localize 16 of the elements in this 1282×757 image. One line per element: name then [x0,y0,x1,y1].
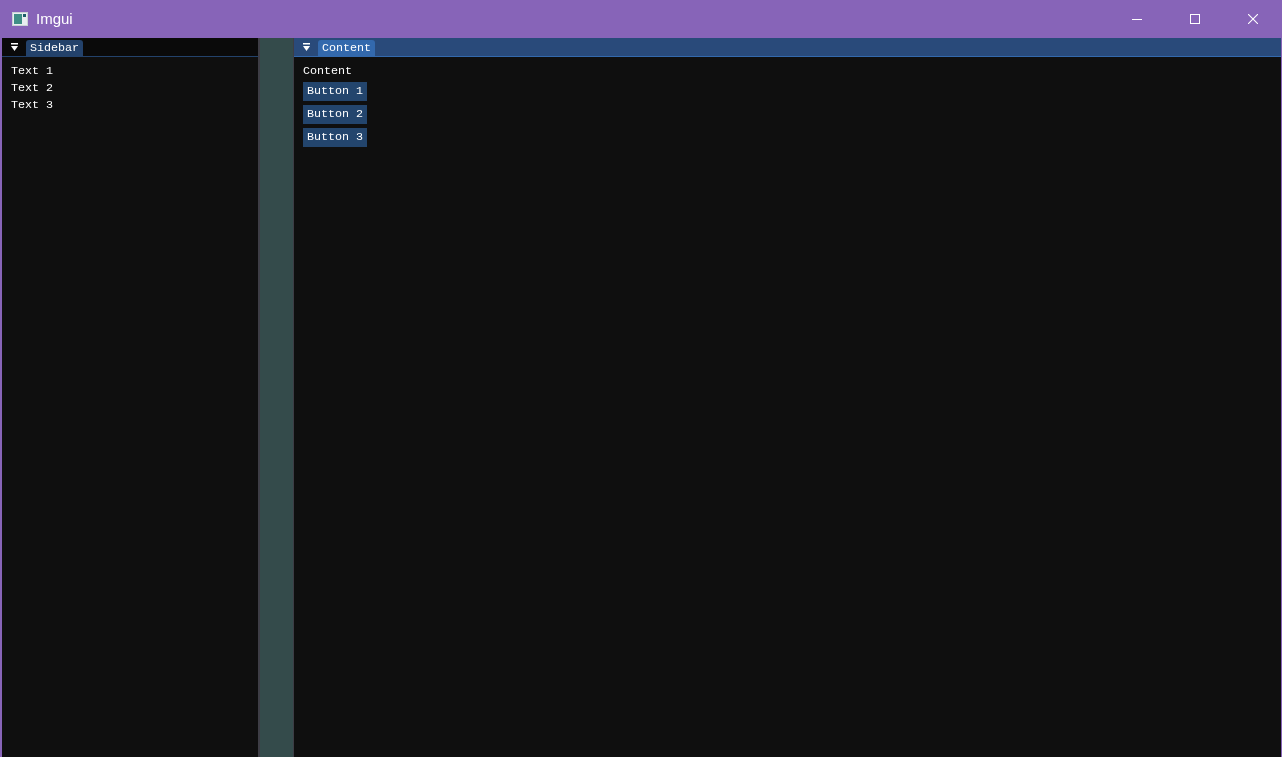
text-label: Text 2 [11,82,54,95]
text-label: Text 3 [11,99,54,112]
maximize-icon [1190,14,1200,24]
panel-button[interactable]: Button 3 [303,128,368,147]
collapse-triangle-icon[interactable] [11,43,18,51]
text-label: Content [303,65,353,78]
panel-tab[interactable]: Content [318,40,376,56]
text-label: Text 1 [11,65,54,78]
close-icon [1248,14,1258,24]
minimize-icon [1132,18,1142,20]
collapse-triangle-icon[interactable] [303,43,310,51]
panel-tab[interactable]: Sidebar [26,40,84,56]
app-icon [12,12,28,26]
window-title: Imgui [36,10,73,28]
panel-button[interactable]: Button 2 [303,105,368,124]
panel-button[interactable]: Button 1 [303,82,368,101]
